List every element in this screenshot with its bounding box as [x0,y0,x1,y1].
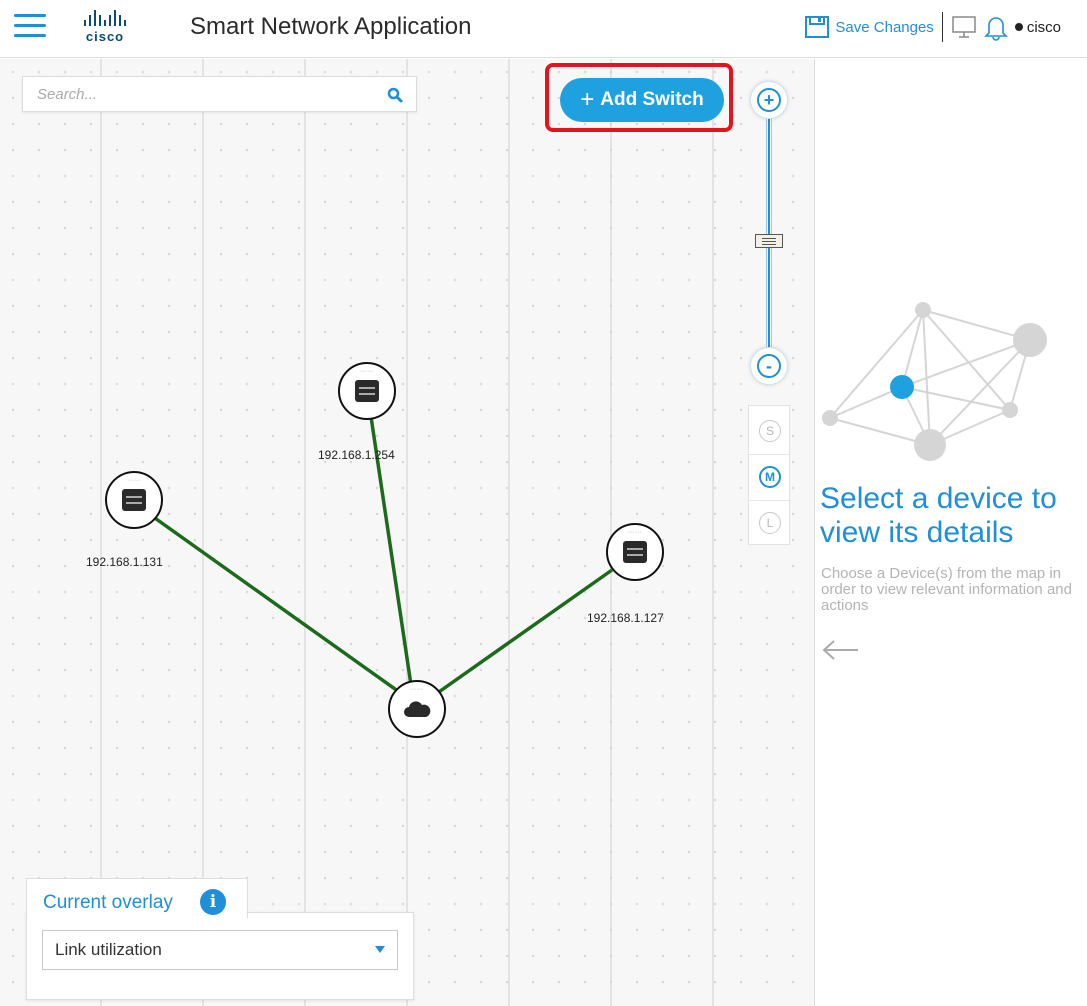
plus-icon: + [580,86,595,113]
size-divider [749,500,789,501]
network-graph-icon [822,302,1047,461]
cisco-logo: cisco [74,10,136,48]
arrow-left-icon [822,640,858,660]
node-label-127: 192.168.1.127 [587,611,664,625]
logo-text: cisco [85,29,125,44]
info-icon[interactable]: i [200,889,226,915]
details-description: Choose a Device(s) from the map in order… [821,565,1072,614]
user-status-dot [1014,23,1023,31]
search-icon[interactable] [386,86,404,104]
bell-icon[interactable] [983,13,1009,41]
overlay-select[interactable]: Link utilization [42,930,398,970]
add-switch-label: Add Switch [600,89,704,110]
node-port-dots: ⋯⋯ [127,478,141,484]
size-medium-button[interactable]: M [759,466,781,488]
hamburger-menu-icon[interactable] [14,14,46,40]
node-port-dots: ⋯⋯ [360,369,374,375]
node-label-131: 192.168.1.131 [86,555,163,569]
overlay-title: Current overlay [43,892,173,913]
user-menu[interactable]: cisco [1014,18,1061,36]
switch-node-127[interactable]: ⋯⋯ [606,523,664,581]
cloud-node[interactable]: ⋯⋯ [388,680,446,738]
size-small-button[interactable]: S [759,420,781,442]
zoom-in-button[interactable]: + [750,81,788,119]
save-changes-label: Save Changes [835,18,934,36]
zoom-slider-handle[interactable] [755,234,783,248]
app-header: cisco Smart Network Application Save Cha… [0,0,1087,58]
size-large-button[interactable]: L [759,512,781,534]
switch-icon [355,380,379,402]
page-title: Smart Network Application [190,13,472,40]
zoom-out-icon: - [757,354,781,378]
node-port-dots: ⋯⋯ [628,530,642,536]
size-divider [749,454,789,455]
monitor-icon[interactable] [951,14,977,40]
user-name: cisco [1026,18,1061,36]
switch-node-131[interactable]: ⋯⋯ [105,471,163,529]
switch-node-254[interactable]: ⋯⋯ [338,362,396,420]
save-changes-button[interactable]: Save Changes [803,13,934,41]
node-size-selector: S M L [748,405,790,545]
search-box [22,76,417,112]
node-label-254: 192.168.1.254 [318,448,395,462]
zoom-out-button[interactable]: - [750,347,788,385]
switch-icon [122,489,146,511]
chevron-down-icon [375,946,385,953]
search-input[interactable] [23,77,363,111]
zoom-in-icon: + [757,88,781,112]
details-title: Select a device to view its details [820,482,1057,549]
header-divider [941,12,943,42]
zoom-track[interactable] [766,112,772,352]
switch-icon [623,541,647,563]
save-icon [805,16,830,38]
add-switch-button[interactable]: + Add Switch [560,78,724,122]
topology-canvas[interactable] [0,59,815,1006]
cloud-icon [404,701,431,717]
overlay-selected-value: Link utilization [55,940,162,959]
node-port-dots: ⋯⋯ [410,687,424,693]
